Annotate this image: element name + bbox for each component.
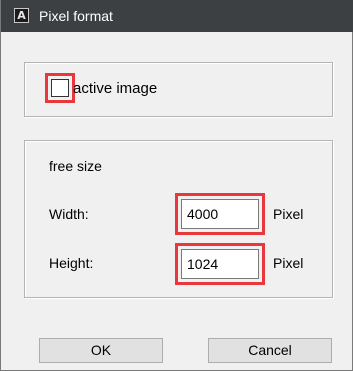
ok-button[interactable]: OK [39,338,163,363]
free-size-label: free size [49,158,102,174]
width-input[interactable]: 4000 [181,199,259,229]
cancel-button[interactable]: Cancel [208,338,332,363]
title-bar: A Pixel format [1,0,353,32]
active-image-checkbox[interactable] [51,79,69,97]
width-unit-label: Pixel [273,206,304,222]
active-image-label[interactable]: active image [73,80,157,97]
height-input[interactable]: 1024 [181,249,259,279]
width-label: Width: [49,206,89,222]
pixel-format-dialog: A Pixel format active image free size Wi… [0,0,353,371]
window-title: Pixel format [39,8,113,24]
app-icon: A [14,8,29,23]
height-label: Height: [49,255,94,271]
height-unit-label: Pixel [273,255,304,271]
